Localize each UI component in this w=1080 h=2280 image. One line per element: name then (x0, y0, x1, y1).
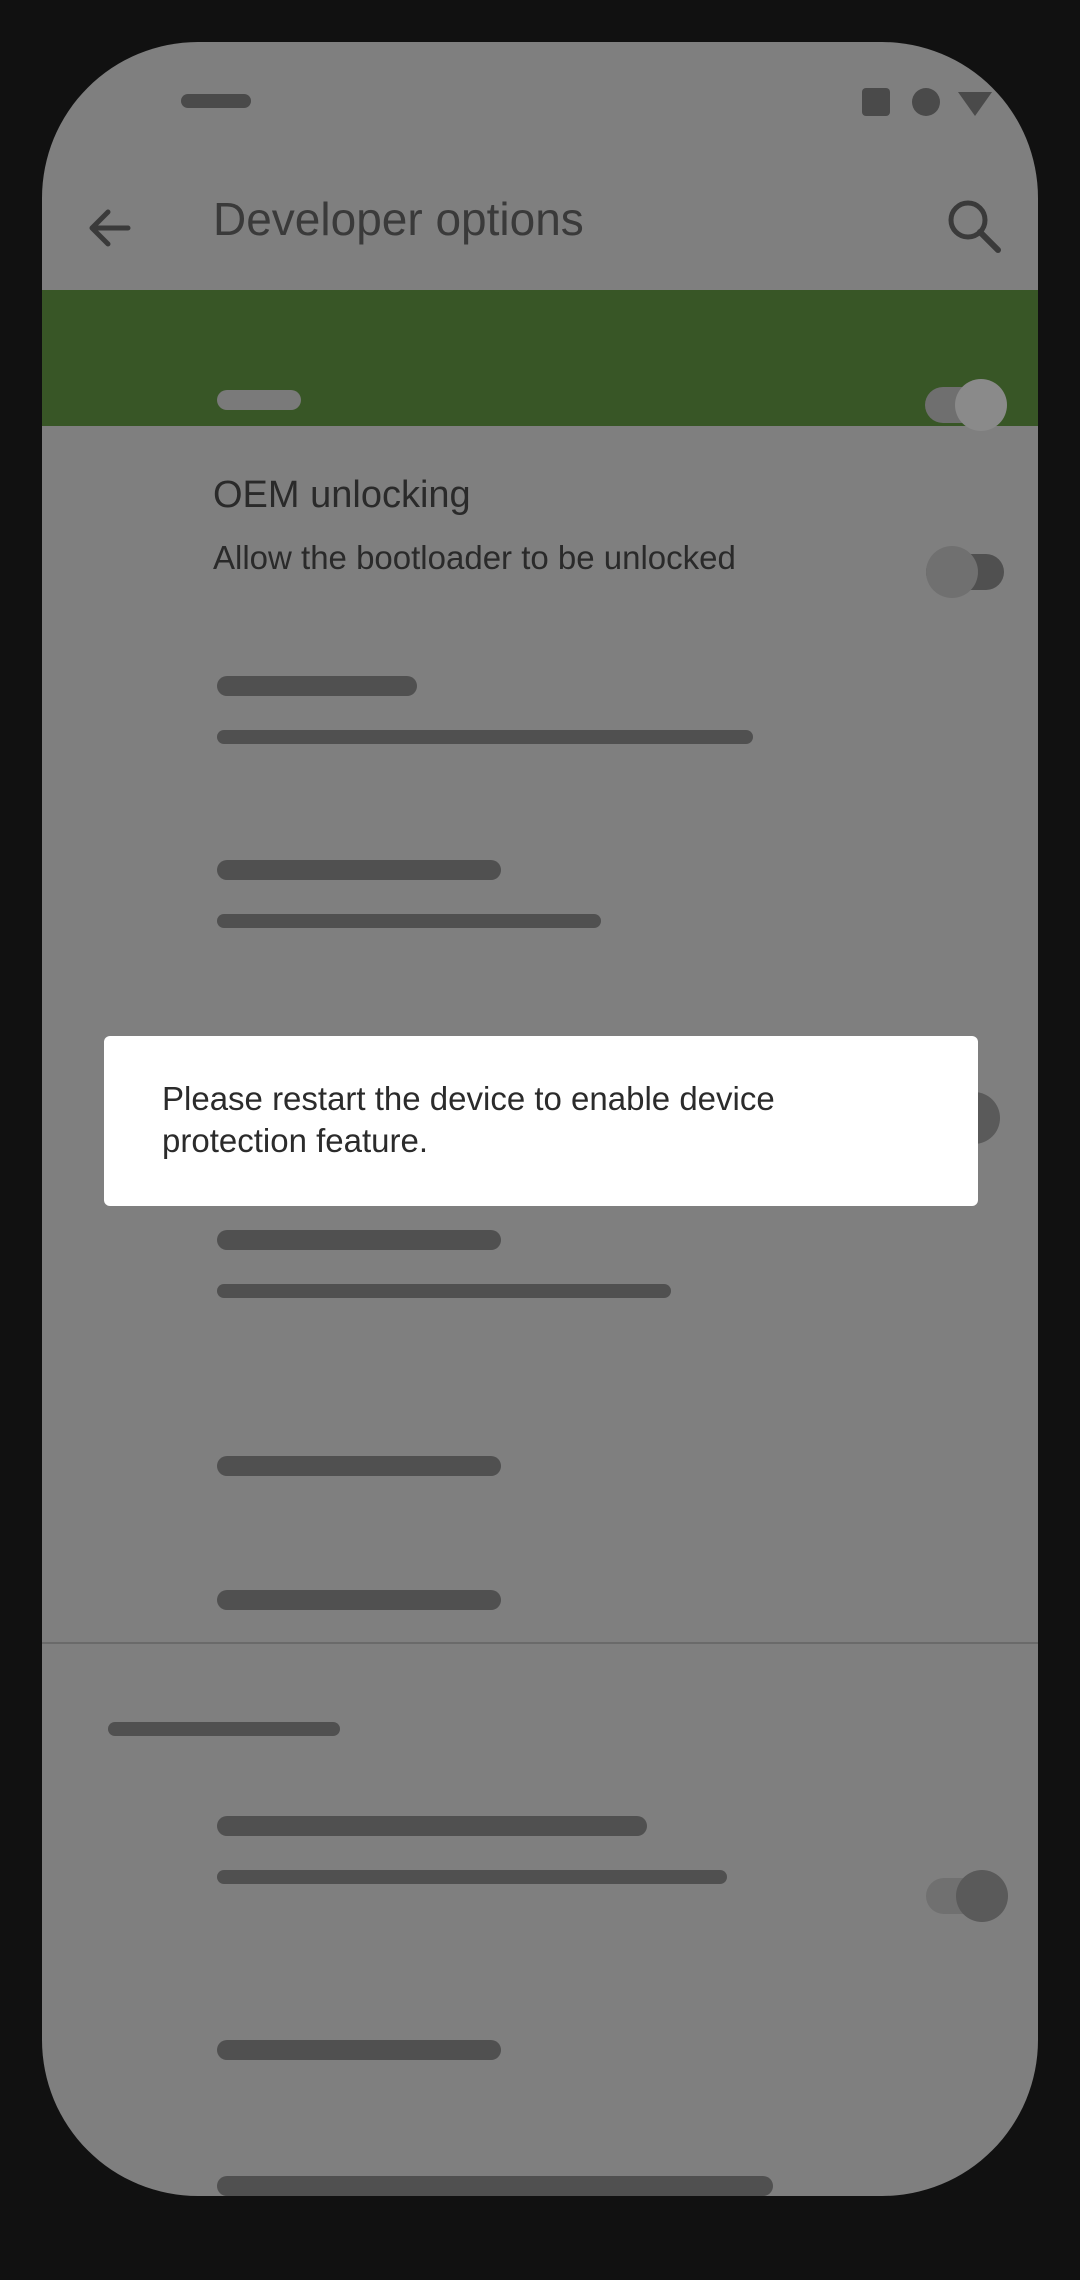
master-row-label-placeholder (217, 390, 301, 410)
device-screen: Developer options OEM unlocking Allow th… (42, 42, 1038, 2196)
list-item-title-placeholder (217, 1590, 501, 1610)
list-item-subtitle-placeholder (217, 914, 601, 928)
list-item-toggle[interactable] (926, 1862, 1008, 1922)
status-bar-placeholder (181, 94, 251, 108)
section-divider (42, 1642, 1038, 1644)
oem-unlocking-title: OEM unlocking (213, 474, 471, 516)
list-item-title-placeholder (217, 2176, 773, 2196)
list-item-subtitle-placeholder (217, 1284, 671, 1298)
restart-dialog: Please restart the device to enable devi… (104, 1036, 978, 1206)
section-header-placeholder (108, 1722, 340, 1736)
back-arrow-icon[interactable] (78, 196, 142, 260)
search-icon[interactable] (942, 194, 1006, 258)
oem-unlocking-toggle[interactable] (926, 538, 1006, 598)
list-item-subtitle-placeholder (217, 1870, 727, 1884)
list-item-subtitle-placeholder (217, 730, 753, 744)
page-title: Developer options (213, 193, 584, 245)
developer-options-master-row[interactable] (42, 290, 1038, 426)
home-circle-icon (912, 88, 940, 116)
list-item-title-placeholder (217, 2040, 501, 2060)
back-triangle-icon (958, 92, 992, 116)
master-switch-toggle[interactable] (925, 371, 1007, 431)
list-item-title-placeholder (217, 1456, 501, 1476)
dialog-message: Please restart the device to enable devi… (162, 1080, 775, 1159)
list-item-title-placeholder (217, 1230, 501, 1250)
oem-unlocking-subtitle: Allow the bootloader to be unlocked (213, 539, 736, 576)
recents-square-icon (862, 88, 890, 116)
list-item-toggle[interactable] (926, 2182, 1006, 2196)
list-item-title-placeholder (217, 860, 501, 880)
list-item-title-placeholder (217, 1816, 647, 1836)
list-item-title-placeholder (217, 676, 417, 696)
